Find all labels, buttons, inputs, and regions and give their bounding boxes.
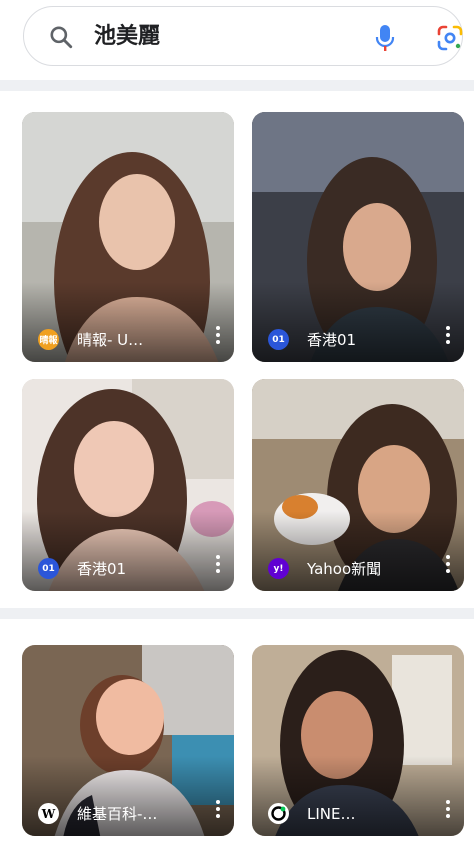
- line-today-icon: [268, 803, 289, 824]
- source-favicon-icon: 01: [38, 558, 59, 579]
- search-input[interactable]: 池美麗: [94, 23, 160, 51]
- card-shade: [252, 756, 464, 836]
- source-label: 香港01: [307, 331, 357, 349]
- image-result-card[interactable]: 01 香港01: [22, 379, 234, 591]
- more-vert-icon[interactable]: [216, 800, 220, 818]
- search-bar[interactable]: 池美麗: [23, 6, 463, 66]
- card-shade: [252, 282, 464, 362]
- more-vert-icon[interactable]: [446, 555, 450, 573]
- image-result-card[interactable]: y! Yahoo新聞: [252, 379, 464, 591]
- result-source: 晴報 晴報- U…: [38, 329, 143, 350]
- microphone-icon[interactable]: [373, 23, 397, 53]
- card-shade: [22, 511, 234, 591]
- result-source: LINE…: [268, 803, 355, 824]
- source-label: 維基百科-…: [77, 805, 158, 823]
- image-result-card[interactable]: 晴報 晴報- U…: [22, 112, 234, 362]
- source-label: 晴報- U…: [77, 331, 144, 349]
- image-result-card[interactable]: 01 香港01: [252, 112, 464, 362]
- source-label: LINE…: [307, 804, 356, 823]
- card-shade: [22, 282, 234, 362]
- result-source: y! Yahoo新聞: [268, 558, 381, 579]
- section-divider: [0, 80, 474, 91]
- more-vert-icon[interactable]: [216, 326, 220, 344]
- section-divider: [0, 608, 474, 619]
- result-source: 01 香港01: [38, 558, 126, 579]
- more-vert-icon[interactable]: [446, 800, 450, 818]
- wikipedia-icon: W: [38, 803, 59, 824]
- result-source: W 維基百科-…: [38, 803, 157, 824]
- source-favicon-icon: 01: [268, 329, 289, 350]
- result-source: 01 香港01: [268, 329, 356, 350]
- image-result-card[interactable]: LINE…: [252, 645, 464, 836]
- more-vert-icon[interactable]: [216, 555, 220, 573]
- card-shade: [252, 511, 464, 591]
- card-shade: [22, 756, 234, 836]
- source-favicon-icon: 晴報: [38, 329, 59, 350]
- source-favicon-icon: y!: [268, 558, 289, 579]
- more-vert-icon[interactable]: [446, 326, 450, 344]
- image-result-card[interactable]: W 維基百科-…: [22, 645, 234, 836]
- source-label: 香港01: [77, 560, 127, 578]
- google-lens-icon[interactable]: [437, 25, 463, 51]
- search-icon[interactable]: [48, 24, 74, 50]
- source-label: Yahoo新聞: [307, 560, 382, 578]
